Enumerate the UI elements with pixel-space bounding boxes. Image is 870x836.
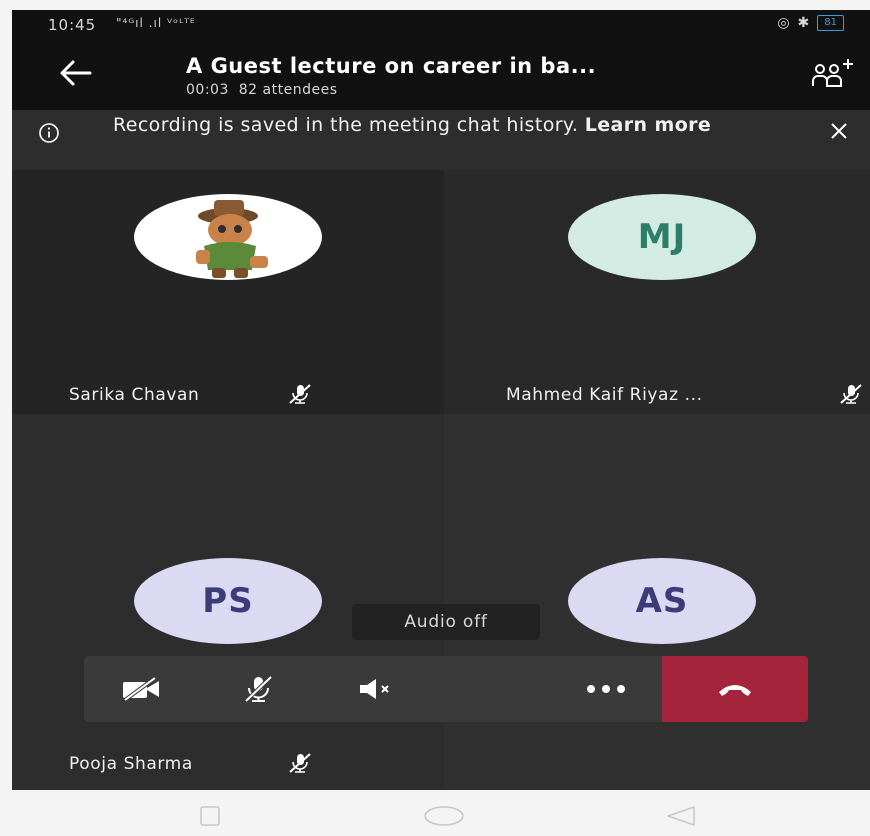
call-controls-bar	[84, 656, 664, 722]
hotspot-icon: ◎	[777, 15, 790, 31]
speaker-toggle-button[interactable]	[316, 656, 432, 722]
learn-more-link[interactable]: Learn more	[585, 114, 711, 136]
avatar-initials: PS	[134, 558, 322, 644]
more-icon	[587, 685, 625, 693]
android-nav-bar	[0, 790, 870, 836]
battery-indicator: 81	[817, 15, 844, 31]
signal-indicators: "⁴ᴳıl .ıl ⱽᵒᴸᵀᴱ	[116, 16, 196, 30]
mic-off-icon	[289, 753, 311, 773]
back-icon[interactable]	[660, 804, 700, 828]
participant-name: Pooja Sharma	[69, 754, 193, 774]
mic-off-icon	[289, 384, 311, 404]
cartoon-cat-image	[196, 200, 268, 278]
recent-apps-icon[interactable]	[193, 804, 229, 828]
meeting-header: A Guest lecture on career in ba... 00:03…	[12, 40, 870, 110]
hang-up-button[interactable]	[662, 656, 808, 722]
speaker-off-icon	[360, 679, 389, 699]
back-arrow-icon[interactable]	[56, 56, 96, 90]
hang-up-icon	[719, 685, 751, 696]
bluetooth-icon: ✱	[797, 15, 810, 31]
attendee-count: 82 attendees	[238, 82, 338, 98]
add-people-icon[interactable]	[810, 56, 856, 92]
banner-text: Recording is saved in the meeting chat h…	[113, 114, 579, 136]
participant-name: Sarika Chavan	[69, 385, 200, 405]
meeting-duration: 00:03	[186, 82, 229, 98]
camera-off-icon	[123, 676, 159, 702]
teams-meeting-screen: 10:45 "⁴ᴳıl .ıl ⱽᵒᴸᵀᴱ ◎ ✱ 81 A Guest lec…	[12, 10, 870, 790]
avatar-photo	[134, 194, 322, 280]
participant-tile[interactable]: MJ Mahmed Kaif Riyaz ...	[444, 170, 870, 414]
status-right: ◎ ✱ 81	[777, 15, 844, 31]
participant-tile[interactable]: PS Pooja Sharma	[12, 414, 444, 790]
status-bar: 10:45 "⁴ᴳıl .ıl ⱽᵒᴸᵀᴱ ◎ ✱ 81	[12, 10, 870, 40]
participant-tile[interactable]: AS	[444, 414, 870, 790]
mic-off-icon	[244, 675, 273, 703]
avatar-initials: MJ	[568, 194, 756, 280]
mute-toggle-button[interactable]	[200, 656, 316, 722]
banner-message: Recording is saved in the meeting chat h…	[113, 114, 753, 136]
meeting-title: A Guest lecture on career in ba...	[186, 54, 597, 78]
status-time: 10:45	[48, 16, 97, 34]
more-options-button[interactable]	[548, 656, 664, 722]
avatar-initials: AS	[568, 558, 756, 644]
audio-off-toast: Audio off	[352, 604, 540, 640]
recording-banner: Recording is saved in the meeting chat h…	[12, 110, 870, 170]
close-icon[interactable]	[826, 118, 852, 144]
mic-off-icon	[840, 384, 862, 404]
info-icon	[39, 123, 59, 143]
participant-name: Mahmed Kaif Riyaz ...	[506, 385, 703, 405]
participant-tile[interactable]: Sarika Chavan	[12, 170, 444, 414]
home-icon[interactable]	[421, 804, 467, 828]
camera-toggle-button[interactable]	[84, 656, 200, 722]
meeting-subtitle: 00:03 82 attendees	[186, 82, 337, 98]
